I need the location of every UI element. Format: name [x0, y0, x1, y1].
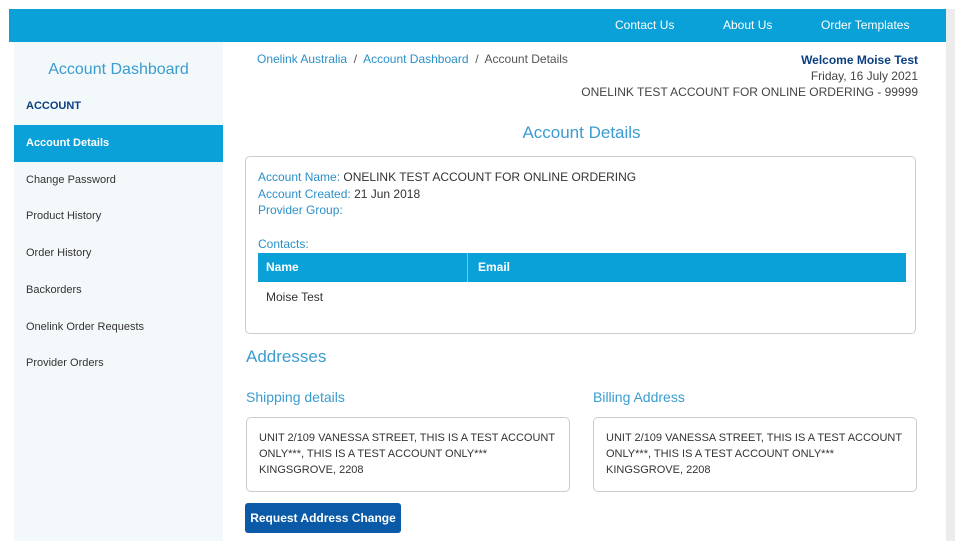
sidebar-section-account: ACCOUNT — [26, 100, 81, 112]
page-title: Account Details — [522, 123, 641, 142]
contacts-label: Contacts: — [258, 237, 309, 251]
billing-heading: Billing Address — [593, 389, 685, 405]
breadcrumb-separator: / — [475, 52, 479, 66]
shipping-address-box: UNIT 2/109 VANESSA STREET, THIS IS A TES… — [246, 417, 570, 492]
contact-name: Moise Test — [266, 290, 324, 304]
breadcrumb: Onelink Australia / Account Dashboard / … — [257, 52, 568, 66]
billing-address-box: UNIT 2/109 VANESSA STREET, THIS IS A TES… — [593, 417, 917, 492]
billing-address-line: UNIT 2/109 VANESSA STREET, THIS IS A TES… — [606, 432, 903, 444]
sidebar-item-product-history[interactable]: Product History — [14, 198, 223, 235]
request-address-change-button[interactable]: Request Address Change — [245, 503, 401, 533]
breadcrumb-separator: / — [353, 52, 358, 66]
breadcrumb-home[interactable]: Onelink Australia — [257, 52, 347, 66]
billing-address-line: KINGSGROVE, 2208 — [606, 464, 711, 476]
column-header-name: Name — [266, 260, 299, 274]
account-name-label: Account Name: — [258, 170, 341, 184]
welcome-user: Welcome Moise Test — [801, 53, 918, 67]
nav-contact-us[interactable]: Contact Us — [615, 9, 674, 42]
sidebar-title: Account Dashboard — [48, 61, 189, 78]
column-header-email: Email — [478, 260, 511, 274]
provider-group-field: Provider Group: — [258, 203, 343, 217]
sidebar-item-provider-orders[interactable]: Provider Orders — [14, 345, 223, 382]
sidebar-item-account-details[interactable]: Account Details — [14, 125, 223, 162]
nav-order-templates[interactable]: Order Templates — [821, 9, 909, 42]
sidebar-item-backorders[interactable]: Backorders — [14, 272, 223, 309]
scrollbar[interactable] — [946, 9, 955, 541]
billing-address-line: ONLY***, THIS IS A TEST ACCOUNT ONLY*** — [606, 448, 835, 460]
breadcrumb-current: Account Details — [484, 52, 568, 66]
account-name-field: Account Name: ONELINK TEST ACCOUNT FOR O… — [258, 170, 636, 184]
top-navbar: Contact Us About Us Order Templates — [9, 9, 946, 42]
breadcrumb-dashboard[interactable]: Account Dashboard — [363, 52, 468, 66]
shipping-heading: Shipping details — [246, 389, 345, 405]
account-created-value: 21 Jun 2018 — [354, 187, 421, 201]
account-name-value: ONELINK TEST ACCOUNT FOR ONLINE ORDERING — [343, 170, 637, 184]
welcome-account: ONELINK TEST ACCOUNT FOR ONLINE ORDERING… — [581, 85, 918, 99]
provider-group-label: Provider Group: — [258, 203, 343, 217]
account-created-label: Account Created: — [258, 187, 351, 201]
contacts-table-header: Name Email — [258, 253, 906, 282]
welcome-date: Friday, 16 July 2021 — [810, 69, 918, 83]
account-created-field: Account Created: 21 Jun 2018 — [258, 187, 420, 201]
sidebar: Account Dashboard ACCOUNT Account Detail… — [14, 42, 223, 541]
welcome-block: Welcome Moise Test Friday, 16 July 2021 … — [581, 52, 918, 100]
addresses-heading: Addresses — [246, 347, 327, 366]
sidebar-item-order-history[interactable]: Order History — [14, 235, 223, 272]
table-row: Moise Test — [266, 290, 323, 304]
account-details-card: Account Name: ONELINK TEST ACCOUNT FOR O… — [245, 156, 916, 334]
shipping-address-line: KINGSGROVE, 2208 — [259, 464, 364, 476]
shipping-address-line: ONLY***, THIS IS A TEST ACCOUNT ONLY*** — [259, 448, 488, 460]
shipping-address-line: UNIT 2/109 VANESSA STREET, THIS IS A TES… — [259, 432, 556, 444]
sidebar-item-change-password[interactable]: Change Password — [14, 162, 223, 199]
nav-about-us[interactable]: About Us — [723, 9, 772, 42]
sidebar-item-onelink-order-requests[interactable]: Onelink Order Requests — [14, 309, 223, 346]
